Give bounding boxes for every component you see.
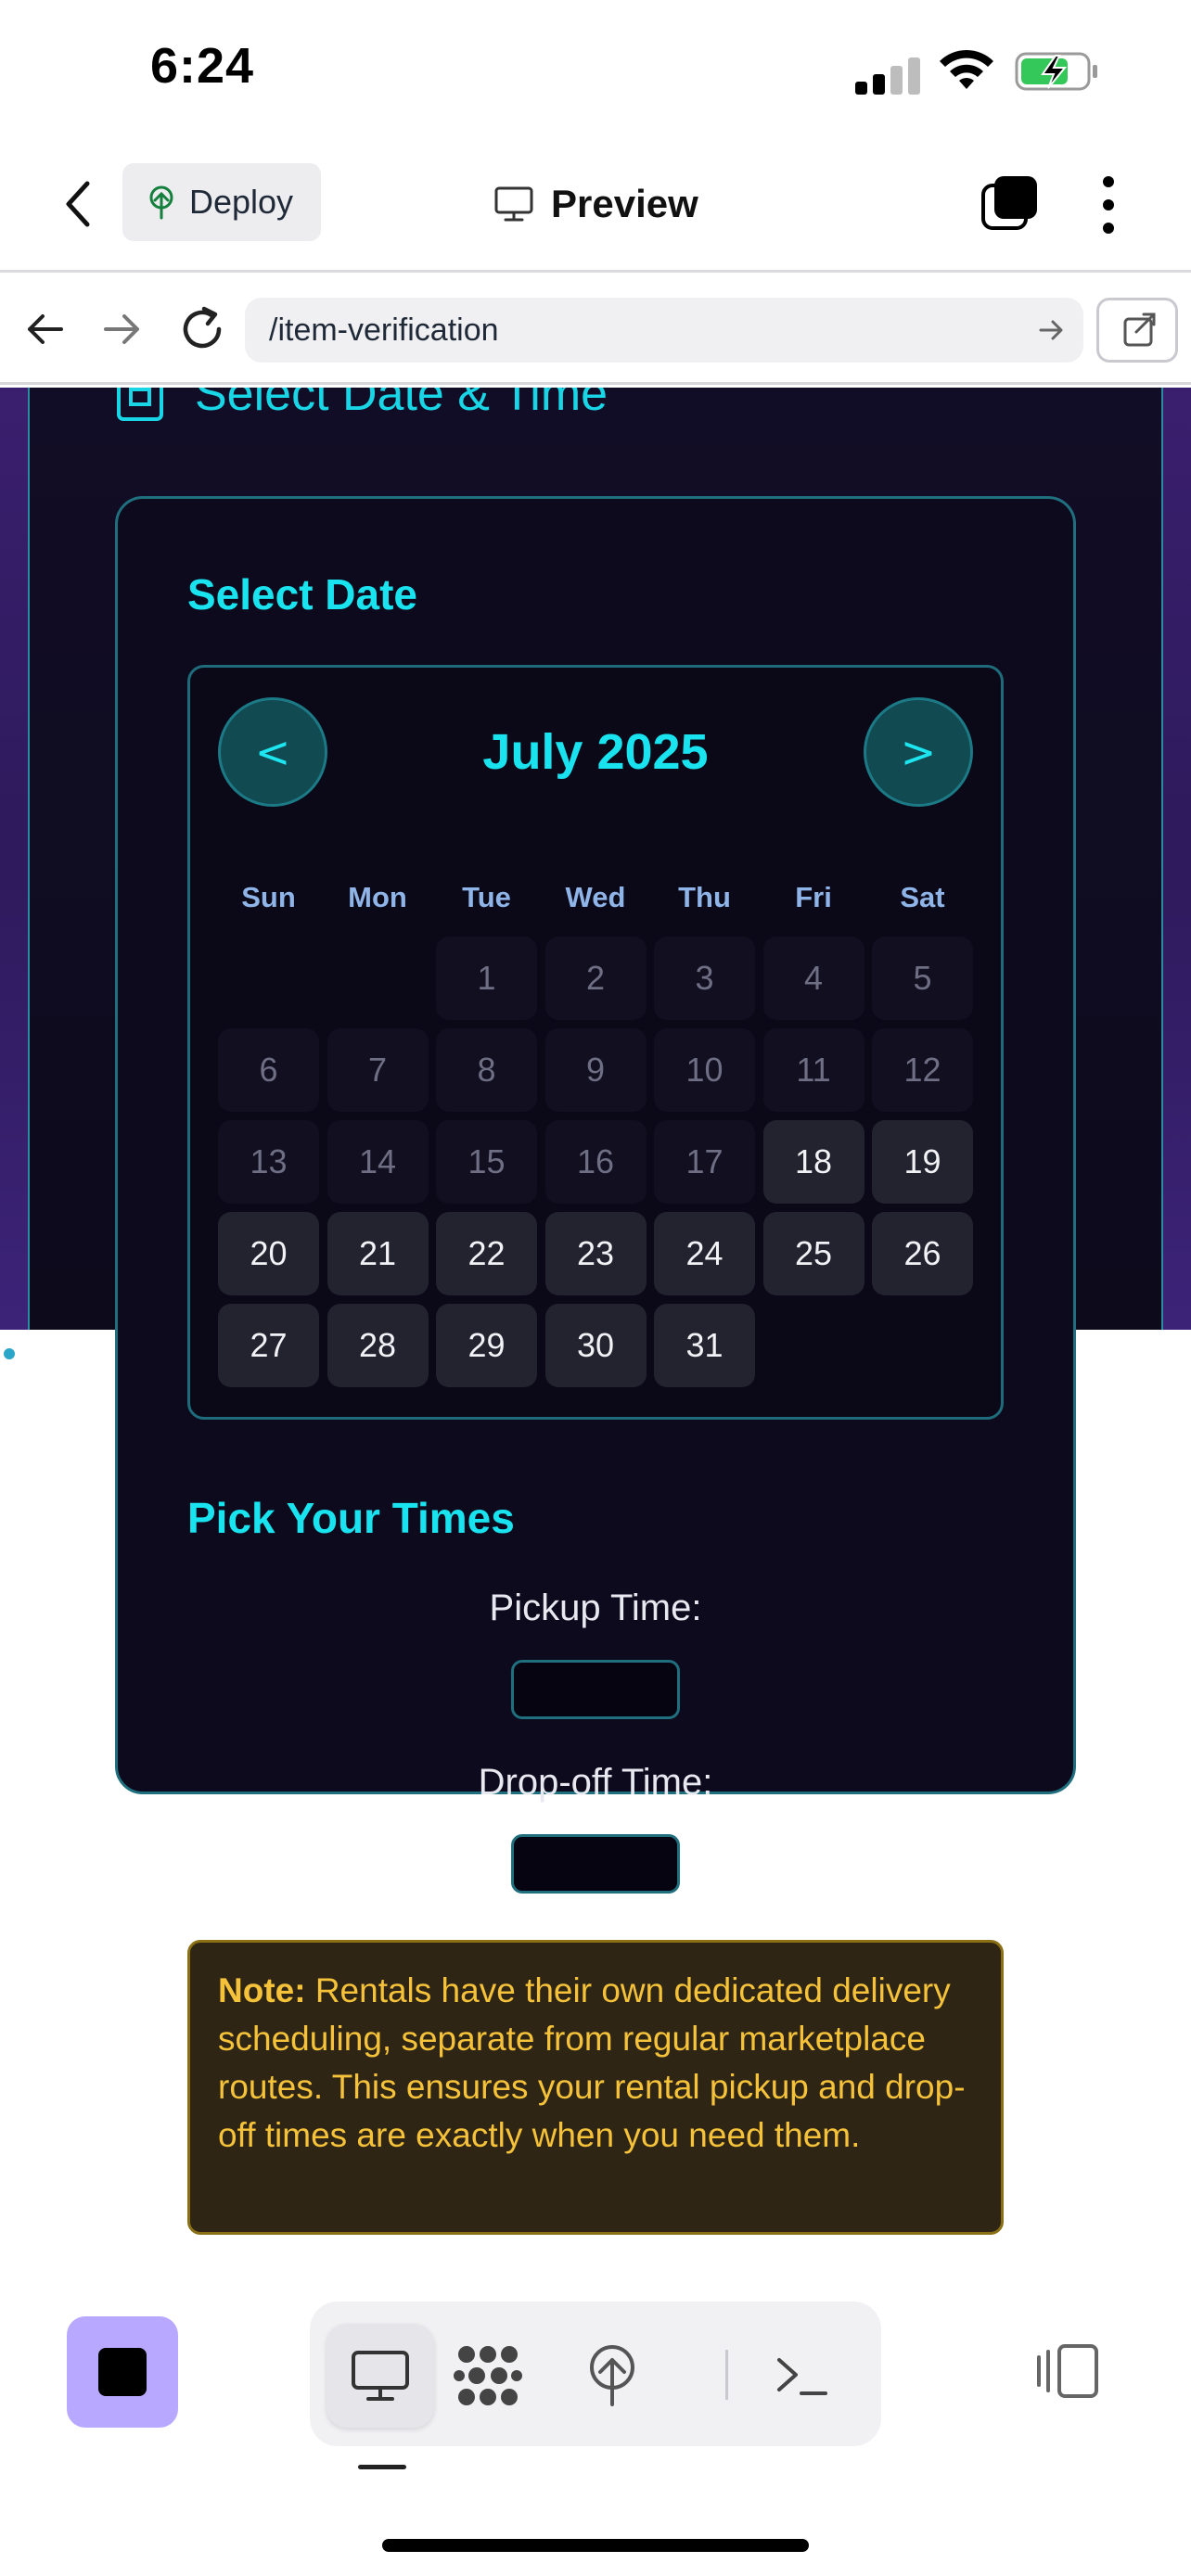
- url-input[interactable]: /item-verification: [245, 298, 1083, 363]
- calendar-day-disabled: 10: [654, 1028, 755, 1112]
- note-label: Note:: [218, 1971, 306, 2009]
- stop-icon: [98, 2348, 147, 2396]
- deploy-icon: [149, 185, 173, 220]
- calendar: < July 2025 > Sun Mon Tue Wed Thu Fri Sa…: [187, 665, 1004, 1420]
- calendar-blank-cell: [218, 937, 319, 1020]
- weekday-label: Mon: [348, 881, 407, 913]
- external-link-icon: [1123, 312, 1156, 347]
- mode-separator: [725, 2350, 728, 2400]
- calendar-day-available[interactable]: 30: [544, 1304, 647, 1387]
- panel-toggle-icon[interactable]: [1033, 2340, 1102, 2402]
- calendar-day-available[interactable]: 31: [654, 1304, 755, 1387]
- calendar-day-available[interactable]: 28: [327, 1304, 429, 1387]
- decor-dot: [4, 1348, 15, 1359]
- weekday-header: Sun Mon Tue Wed Thu Fri Sat: [218, 868, 973, 927]
- calendar-day-disabled: 1: [436, 937, 537, 1020]
- calendar-day-available[interactable]: 29: [436, 1304, 537, 1387]
- calendar-day-available[interactable]: 23: [544, 1212, 647, 1295]
- calendar-day-disabled: 2: [544, 937, 647, 1020]
- weekday-label: Fri: [795, 881, 832, 913]
- weekday-label: Thu: [678, 881, 731, 913]
- page-scroll-area: Select Date & Time Select Date < July 20…: [0, 388, 1191, 2257]
- preview-mode-button[interactable]: [327, 2324, 434, 2428]
- battery-charging-icon: [1015, 52, 1097, 91]
- preview-icon: [352, 2351, 409, 2401]
- note-text: Rentals have their own dedicated deliver…: [218, 1971, 966, 2154]
- calendar-day-available[interactable]: 19: [872, 1120, 973, 1204]
- calendar-day-disabled: 12: [872, 1028, 973, 1112]
- section-heading: Select Date & Time: [115, 388, 608, 423]
- pick-times-heading: Pick Your Times: [187, 1494, 515, 1542]
- calendar-day-available[interactable]: 27: [218, 1304, 319, 1387]
- calendar-day-disabled: 14: [327, 1120, 429, 1204]
- calendar-day-disabled: 16: [544, 1120, 647, 1204]
- calendar-day-available[interactable]: 25: [762, 1212, 864, 1295]
- calendar-day-disabled: 13: [218, 1120, 319, 1204]
- weekday-label: Sat: [900, 881, 945, 913]
- open-external-button[interactable]: [1096, 298, 1178, 363]
- select-date-heading: Select Date: [187, 570, 418, 618]
- cellular-signal-icon: [855, 56, 920, 95]
- preview-title: Preview: [493, 176, 698, 232]
- go-arrow-icon[interactable]: [1037, 316, 1065, 344]
- calendar-day-disabled: 4: [762, 937, 864, 1020]
- monitor-icon: [494, 186, 533, 222]
- calendar-icon: [117, 388, 163, 421]
- deploy-mode-button[interactable]: [558, 2324, 666, 2428]
- calendar-day-disabled: 3: [654, 937, 755, 1020]
- wifi-icon: [940, 49, 993, 89]
- deploy-icon: [590, 2345, 634, 2406]
- calendar-days-grid: 1 2 3 4 5 6 7 8 9 10 11 12 13 14 15 16 17 18 19 20 21 22 23 24 2…: [218, 937, 973, 1387]
- stop-button[interactable]: [67, 2316, 178, 2428]
- calendar-day-disabled: 15: [436, 1120, 537, 1204]
- weekday-label: Tue: [462, 881, 511, 913]
- app-toolbar: Deploy Preview: [0, 139, 1191, 273]
- calendar-day-available[interactable]: 24: [654, 1212, 755, 1295]
- pickup-time-label: Pickup Time:: [489, 1588, 702, 1628]
- calendar-day-disabled: 7: [327, 1028, 429, 1112]
- tabs-icon[interactable]: [980, 172, 1041, 234]
- more-options-icon[interactable]: [1095, 172, 1122, 237]
- browser-back-icon[interactable]: [24, 309, 67, 350]
- weekday-label: Wed: [565, 881, 626, 913]
- calendar-day-disabled: 11: [762, 1028, 864, 1112]
- calendar-day-available[interactable]: 21: [327, 1212, 429, 1295]
- calendar-day-available[interactable]: 18: [762, 1120, 864, 1204]
- home-indicator: [382, 2539, 809, 2552]
- weekday-label: Sun: [241, 881, 296, 913]
- browser-forward-icon[interactable]: [100, 309, 143, 350]
- dropoff-time-input[interactable]: [511, 1834, 680, 1894]
- rental-note: Note: Rentals have their own dedicated d…: [187, 1940, 1004, 2235]
- preview-label: Preview: [551, 182, 698, 225]
- calendar-day-disabled: 9: [544, 1028, 647, 1112]
- calendar-day-available[interactable]: 20: [218, 1212, 319, 1295]
- bottom-app-bar: [0, 2257, 1191, 2576]
- calendar-day-disabled: 5: [872, 937, 973, 1020]
- calendar-blank-cell: [327, 937, 429, 1020]
- calendar-day-disabled: 6: [218, 1028, 319, 1112]
- calendar-day-available[interactable]: 22: [436, 1212, 537, 1295]
- console-mode-button[interactable]: [748, 2324, 855, 2428]
- deploy-button[interactable]: Deploy: [122, 163, 321, 241]
- next-month-button[interactable]: >: [864, 697, 973, 807]
- calendar-day-available[interactable]: 26: [872, 1212, 973, 1295]
- browser-url-bar: /item-verification: [0, 275, 1191, 385]
- workspace-mode-button[interactable]: [434, 2324, 542, 2428]
- dropoff-time-label: Drop-off Time:: [478, 1762, 713, 1803]
- deploy-label: Deploy: [189, 183, 294, 221]
- section-title: Select Date & Time: [195, 388, 608, 421]
- mode-switcher: [310, 2302, 881, 2446]
- reload-icon[interactable]: [176, 303, 228, 355]
- pickup-time-input[interactable]: [511, 1660, 680, 1719]
- terminal-icon: [777, 2358, 827, 2395]
- calendar-day-disabled: 8: [436, 1028, 537, 1112]
- grid-icon: [454, 2346, 522, 2405]
- status-time: 6:24: [150, 38, 255, 94]
- back-chevron-icon[interactable]: [56, 174, 102, 234]
- calendar-day-disabled: 17: [654, 1120, 755, 1204]
- url-text: /item-verification: [269, 312, 499, 348]
- active-mode-indicator: [358, 2465, 406, 2469]
- status-bar: 6:24: [0, 0, 1191, 139]
